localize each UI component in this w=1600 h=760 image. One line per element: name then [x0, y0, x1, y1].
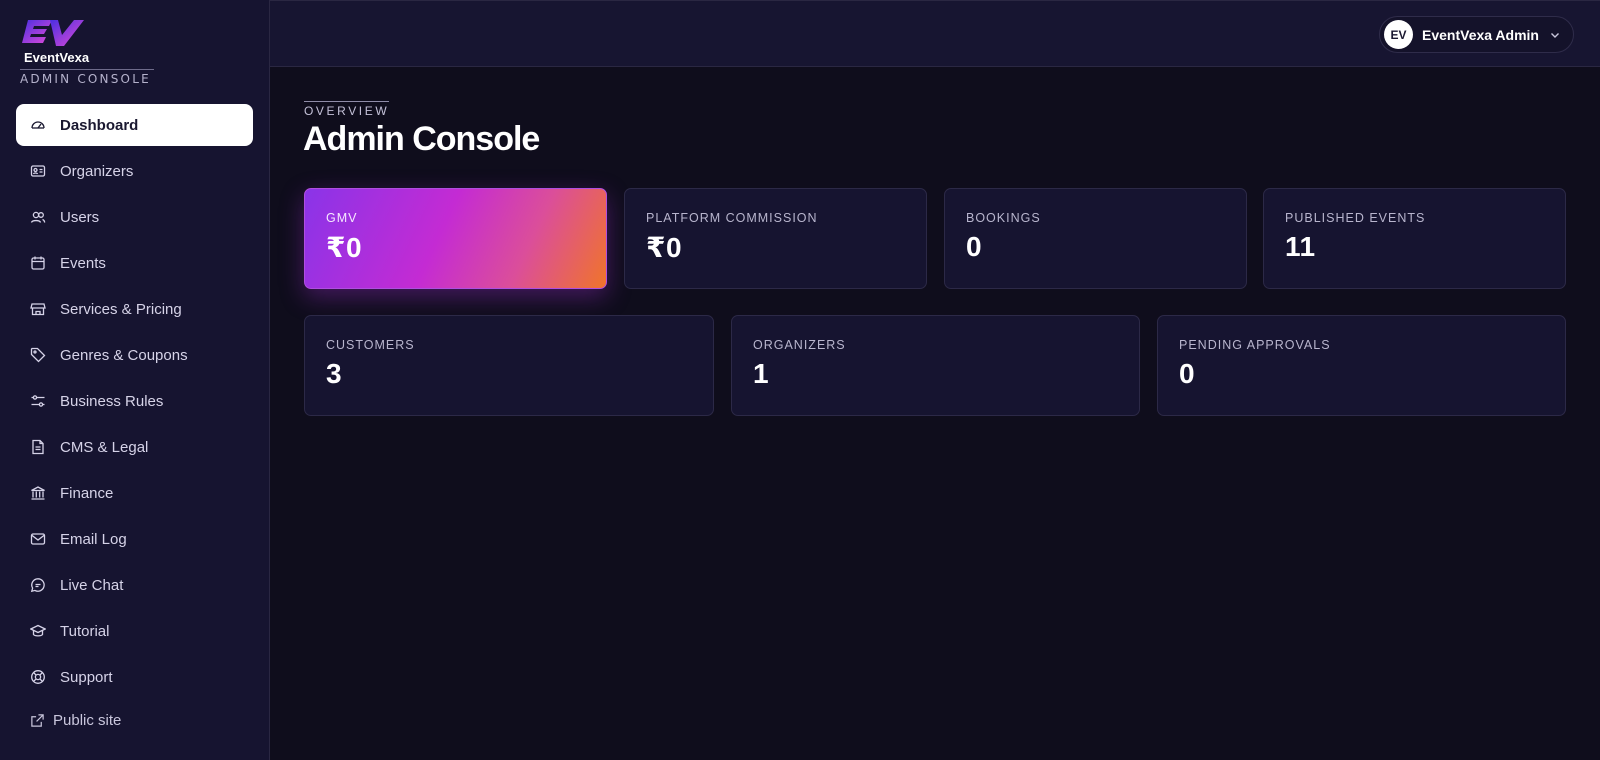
stat-value: 0	[966, 231, 983, 262]
sidebar-item-email-log[interactable]: Email Log	[16, 518, 253, 560]
sidebar-item-users[interactable]: Users	[16, 196, 253, 238]
tag-icon	[30, 347, 46, 363]
stat-label: PUBLISHED EVENTS	[1285, 211, 1426, 225]
document-icon	[30, 439, 46, 455]
gauge-icon	[30, 117, 46, 133]
stat-label: PENDING APPROVALS	[1179, 338, 1331, 352]
sidebar-item-label: Email Log	[60, 530, 127, 548]
eventvexa-logo-mark	[22, 20, 84, 46]
sidebar-item-label: Support	[60, 668, 113, 686]
lifebuoy-icon	[30, 669, 46, 685]
sidebar-item-tutorial[interactable]: Tutorial	[16, 610, 253, 652]
sidebar-item-label: Genres & Coupons	[60, 346, 188, 364]
page-eyebrow: OVERVIEW	[304, 101, 390, 118]
sidebar-item-label: Services & Pricing	[60, 300, 182, 318]
sidebar-item-services-pricing[interactable]: Services & Pricing	[16, 288, 253, 330]
brand-logo[interactable]: EventVexa ADMIN CONSOLE	[20, 16, 155, 86]
stat-card-organizers: ORGANIZERS 1	[731, 315, 1140, 416]
user-name: EventVexa Admin	[1422, 26, 1539, 43]
brand-name: EventVexa	[24, 50, 90, 65]
stat-label: BOOKINGS	[966, 211, 1041, 225]
stat-card-published-events: PUBLISHED EVENTS 11	[1263, 188, 1566, 289]
public-site-link[interactable]: Public site	[30, 712, 121, 729]
sidebar-nav: Dashboard Organizers Users Events Servic…	[16, 104, 253, 702]
bank-icon	[30, 485, 46, 501]
external-link-icon	[31, 714, 44, 727]
user-menu-button[interactable]: EV EventVexa Admin	[1379, 16, 1574, 53]
stat-card-gmv: GMV ₹0	[304, 188, 607, 289]
sidebar-item-label: Dashboard	[60, 116, 139, 134]
sidebar-item-label: Users	[60, 208, 100, 226]
stat-label: CUSTOMERS	[326, 338, 415, 352]
sidebar: EventVexa ADMIN CONSOLE Dashboard Organi…	[0, 0, 270, 760]
brand-divider	[20, 69, 154, 70]
stat-card-pending-approvals: PENDING APPROVALS 0	[1157, 315, 1566, 416]
store-icon	[30, 301, 46, 317]
stat-label: GMV	[326, 211, 358, 225]
sidebar-item-support[interactable]: Support	[16, 656, 253, 698]
sidebar-item-events[interactable]: Events	[16, 242, 253, 284]
brand-subtitle: ADMIN CONSOLE	[20, 72, 151, 86]
sidebar-item-finance[interactable]: Finance	[16, 472, 253, 514]
stat-value: ₹0	[646, 232, 683, 263]
sidebar-item-label: Organizers	[60, 162, 134, 180]
stat-value: ₹0	[326, 232, 363, 263]
sidebar-item-label: Events	[60, 254, 106, 272]
chevron-down-icon	[1549, 29, 1561, 41]
graduation-cap-icon	[30, 623, 46, 639]
sidebar-item-live-chat[interactable]: Live Chat	[16, 564, 253, 606]
stat-card-platform-commission: PLATFORM COMMISSION ₹0	[624, 188, 927, 289]
sidebar-item-business-rules[interactable]: Business Rules	[16, 380, 253, 422]
sidebar-item-label: Finance	[60, 484, 114, 502]
top-bar: EV EventVexa Admin	[270, 0, 1600, 67]
stat-card-customers: CUSTOMERS 3	[304, 315, 714, 416]
sidebar-item-genres-coupons[interactable]: Genres & Coupons	[16, 334, 253, 376]
sidebar-item-label: Tutorial	[60, 622, 110, 640]
stat-label: PLATFORM COMMISSION	[646, 211, 818, 225]
page-title: Admin Console	[303, 120, 540, 158]
stat-label: ORGANIZERS	[753, 338, 846, 352]
id-card-icon	[30, 163, 46, 179]
sidebar-item-cms-legal[interactable]: CMS & Legal	[16, 426, 253, 468]
sidebar-item-organizers[interactable]: Organizers	[16, 150, 253, 192]
mail-icon	[30, 531, 46, 547]
avatar: EV	[1384, 20, 1414, 49]
stat-value: 11	[1285, 231, 1316, 262]
sliders-icon	[30, 393, 46, 409]
public-site-label: Public site	[53, 712, 122, 729]
stat-value: 3	[326, 358, 343, 389]
stat-card-bookings: BOOKINGS 0	[944, 188, 1247, 289]
stat-value: 1	[753, 358, 770, 389]
chat-icon	[30, 577, 46, 593]
stat-value: 0	[1179, 358, 1196, 389]
sidebar-item-label: CMS & Legal	[60, 438, 149, 456]
sidebar-item-dashboard[interactable]: Dashboard	[16, 104, 253, 146]
calendar-icon	[30, 255, 46, 271]
sidebar-item-label: Business Rules	[60, 392, 164, 410]
sidebar-item-label: Live Chat	[60, 576, 124, 594]
users-icon	[30, 209, 46, 225]
